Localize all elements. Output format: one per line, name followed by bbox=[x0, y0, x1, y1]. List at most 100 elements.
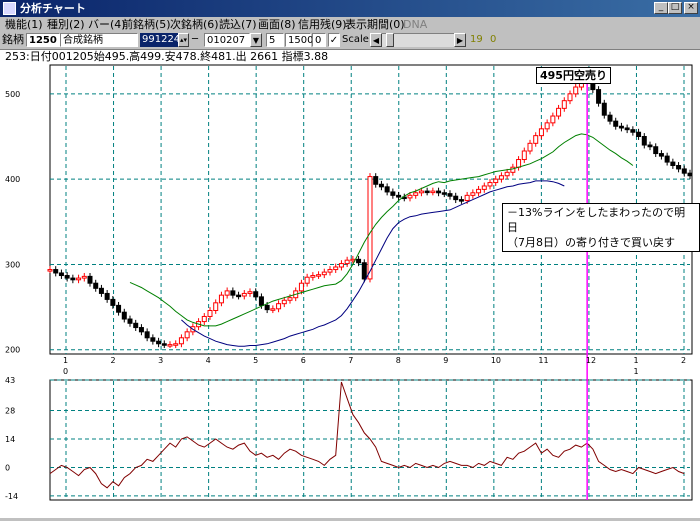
menu-next-symbol[interactable]: 次銘柄(6) bbox=[170, 18, 219, 32]
candle-body bbox=[481, 185, 487, 190]
menu-function[interactable]: 機能(1) bbox=[5, 18, 43, 32]
menu-margin[interactable]: 信用残(9) bbox=[298, 18, 347, 32]
candle-body bbox=[516, 159, 522, 168]
menu-type[interactable]: 種別(2) bbox=[47, 18, 85, 32]
scale-checkbox[interactable]: ✓ bbox=[328, 33, 340, 47]
candle-body bbox=[218, 294, 224, 304]
param-field-3[interactable]: 0 bbox=[312, 33, 326, 47]
menu-prev-symbol[interactable]: 前銘柄(5) bbox=[122, 18, 171, 32]
candle-body bbox=[184, 331, 190, 339]
chart-svg[interactable]: 5004003002001 2 3 4 5 6 7 8 9 10 11 12 1 20 14328140-1… bbox=[0, 64, 700, 518]
candle-body bbox=[121, 311, 127, 320]
candle-body bbox=[458, 199, 464, 202]
candle-body bbox=[133, 322, 139, 329]
menu-bar-style[interactable]: バー(4) bbox=[88, 18, 126, 32]
buyback-note-line-2: （7月8日）の寄り付きで買い戻す bbox=[507, 236, 675, 249]
candle-body bbox=[167, 344, 173, 347]
candle-body bbox=[664, 155, 670, 163]
close-button[interactable]: × bbox=[684, 2, 698, 14]
scale-thumb[interactable] bbox=[386, 33, 394, 47]
candle-body bbox=[127, 318, 133, 324]
month-tick-label: 10 bbox=[491, 356, 501, 365]
chart-panel[interactable]: 500 400 300 200 1 2 3 4 5 6 7 8 9 10 11 12 1 2 0 1 43 28 14 0 -1… bbox=[0, 64, 700, 518]
maximize-button[interactable]: □ bbox=[668, 2, 682, 14]
candle-body bbox=[116, 304, 122, 313]
chart-series bbox=[47, 70, 693, 500]
month-tick-label: 7 bbox=[348, 356, 353, 365]
candle-body bbox=[356, 258, 362, 264]
menu-display-period[interactable]: 表示期間(0) bbox=[345, 18, 405, 32]
candle-body bbox=[538, 128, 544, 137]
param-field-1[interactable]: 5 bbox=[266, 33, 284, 47]
candle-body bbox=[338, 263, 344, 268]
candle-body bbox=[344, 259, 350, 265]
price-tick-label: 200 bbox=[5, 346, 20, 355]
candle-body bbox=[407, 194, 413, 199]
candle-body bbox=[573, 86, 579, 95]
candle-body bbox=[618, 125, 624, 129]
scroll-left-button[interactable]: ◀ bbox=[370, 33, 382, 47]
code-spinner[interactable]: ▴▾ bbox=[178, 33, 189, 47]
app-icon bbox=[3, 2, 16, 15]
month-tick-label: 8 bbox=[396, 356, 401, 365]
osc-tick-label: 28 bbox=[5, 407, 15, 416]
price-tick-label: 500 bbox=[5, 90, 20, 99]
month-tick-label: 11 bbox=[538, 356, 548, 365]
candle-body bbox=[236, 294, 242, 298]
candle-body bbox=[304, 276, 310, 284]
candle-body bbox=[487, 182, 493, 187]
candle-body bbox=[596, 89, 602, 104]
scale-label: Scale bbox=[342, 34, 369, 45]
candle-body bbox=[150, 337, 156, 342]
month-tick-label: 3 bbox=[158, 356, 163, 365]
osc-tick-label: 43 bbox=[5, 376, 15, 385]
candle-body bbox=[241, 292, 247, 297]
candle-body bbox=[350, 258, 356, 262]
candle-body bbox=[504, 171, 510, 177]
candle-body bbox=[676, 165, 682, 170]
symbol-name-field[interactable]: 合成銘柄 bbox=[60, 33, 138, 47]
candle-body bbox=[476, 188, 482, 194]
candle-body bbox=[253, 291, 259, 298]
param-field-2[interactable]: 1500 bbox=[285, 33, 313, 47]
right-count-1: 19 bbox=[470, 34, 483, 45]
candle-body bbox=[424, 190, 430, 194]
candle-body bbox=[670, 161, 676, 166]
month-tick-label: 5 bbox=[253, 356, 258, 365]
code-input[interactable]: 991224 bbox=[140, 33, 180, 47]
month-tick-label: 1 bbox=[63, 356, 68, 365]
menu-load[interactable]: 読込(7) bbox=[219, 18, 257, 32]
date-input[interactable]: 010207 bbox=[204, 33, 250, 47]
candle-body bbox=[316, 274, 322, 277]
month-tick-label: 2 bbox=[681, 356, 686, 365]
window-title: 分析チャート bbox=[20, 2, 86, 15]
candle-body bbox=[441, 192, 447, 195]
candle-body bbox=[384, 186, 390, 193]
candle-body bbox=[156, 340, 162, 345]
osc-tick-label: -14 bbox=[5, 492, 18, 501]
info-bar: 253:日付001205始495.高499.安478.終481.出 2661 指… bbox=[0, 49, 700, 64]
candle-body bbox=[527, 142, 533, 152]
candle-body bbox=[453, 195, 459, 201]
menu-dna[interactable]: DNA bbox=[403, 18, 427, 32]
candle-body bbox=[601, 102, 607, 116]
scroll-right-button[interactable]: ▶ bbox=[454, 33, 466, 47]
candle-body bbox=[207, 310, 213, 317]
candle-body bbox=[653, 146, 659, 155]
candle-body bbox=[396, 194, 402, 198]
minimize-button[interactable]: _ bbox=[654, 2, 668, 14]
candle-body bbox=[213, 302, 219, 312]
candle-body bbox=[647, 144, 653, 148]
candle-body bbox=[270, 308, 276, 311]
month-tick-label: 2 bbox=[111, 356, 116, 365]
candle-body bbox=[53, 269, 59, 274]
date-dropdown-button[interactable]: ▼ bbox=[250, 33, 262, 47]
right-count-2: 0 bbox=[490, 34, 497, 45]
symbol-code-field[interactable]: 1250 bbox=[26, 33, 60, 47]
candle-body bbox=[110, 298, 116, 306]
month-tick-label: 12 bbox=[586, 356, 596, 365]
year-label: 1 bbox=[633, 367, 638, 376]
candle-body bbox=[533, 135, 539, 144]
candle-body bbox=[367, 176, 373, 280]
menu-screen[interactable]: 画面(8) bbox=[258, 18, 296, 32]
